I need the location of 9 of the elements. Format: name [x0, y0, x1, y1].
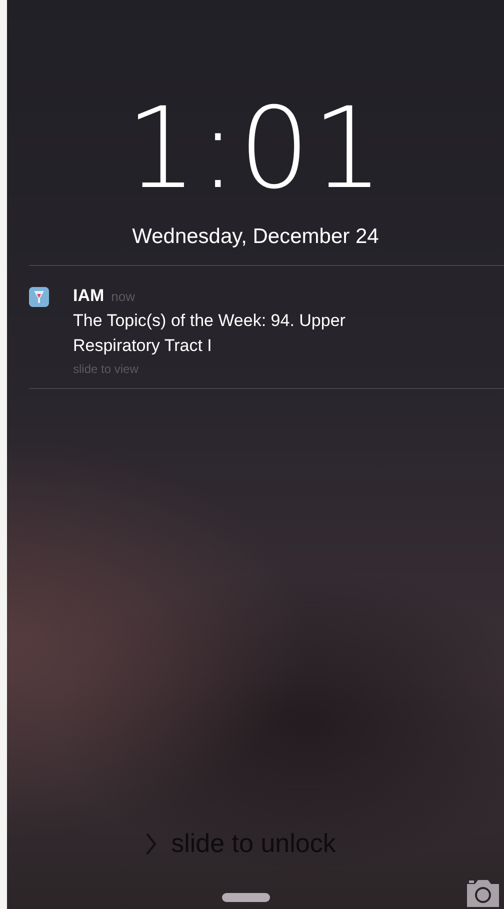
- clock-time: 1:01: [126, 86, 386, 212]
- app-name: IAM: [73, 286, 104, 306]
- camera-icon[interactable]: [465, 878, 501, 908]
- chevron-icon: [145, 832, 158, 856]
- notification-message: The Topic(s) of the Week: 94. Upper Respiratory Tract I: [73, 310, 346, 357]
- home-grabber[interactable]: [222, 893, 270, 902]
- notification-time: now: [111, 289, 136, 304]
- date-text: Wednesday, December 24: [132, 225, 379, 250]
- app-icon[interactable]: [29, 287, 49, 307]
